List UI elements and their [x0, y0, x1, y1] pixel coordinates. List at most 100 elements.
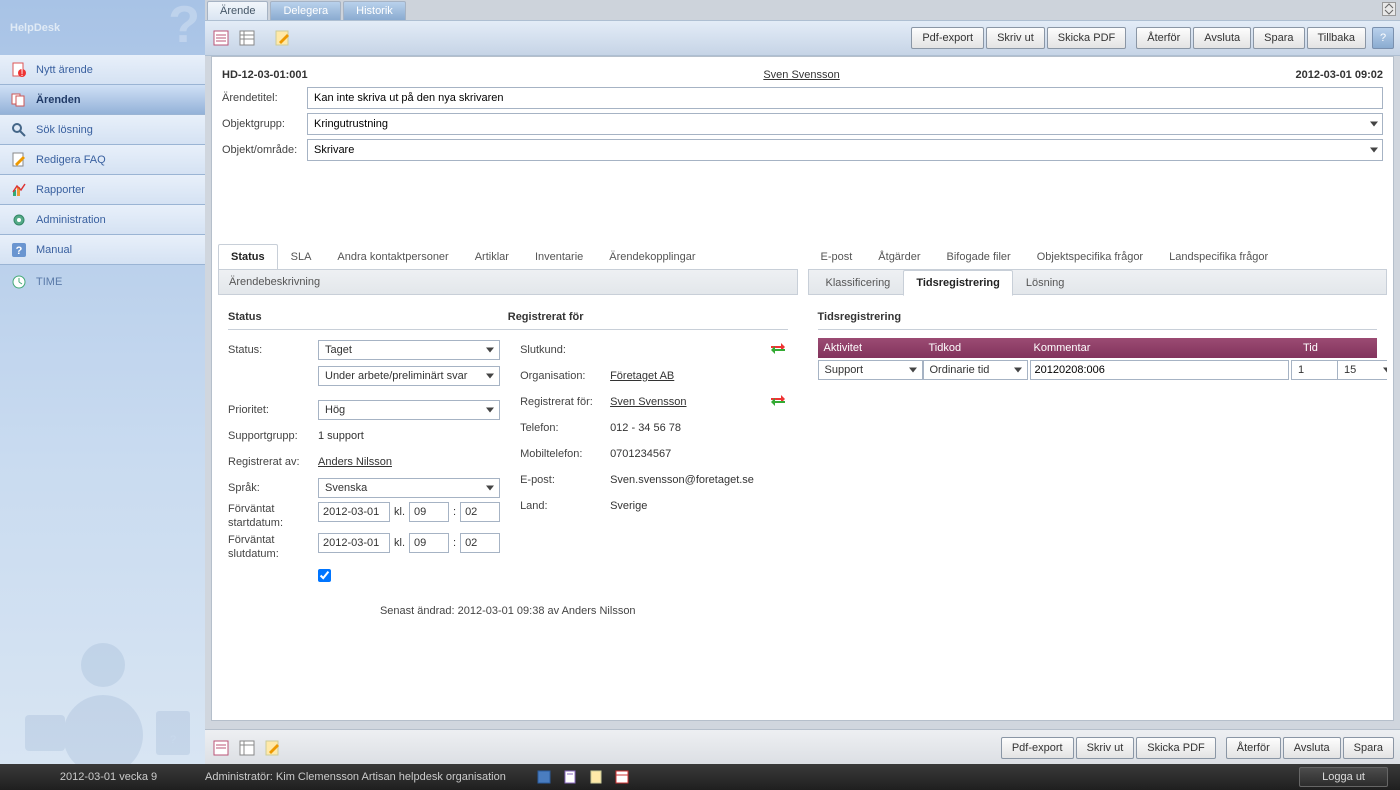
nav-arenden[interactable]: Ärenden — [0, 85, 205, 115]
land-value: Sverige — [610, 500, 647, 512]
subtab-tids[interactable]: Tidsregistrering — [903, 270, 1013, 296]
tillbaka-button[interactable]: Tillbaka — [1307, 27, 1367, 49]
nav-manual[interactable]: ? Manual — [0, 235, 205, 265]
tab-arende[interactable]: Ärende — [207, 1, 268, 20]
aktivitet-select[interactable]: Support — [818, 360, 923, 380]
status-icon-3[interactable] — [588, 769, 604, 785]
ticket-user: Sven Svensson — [308, 69, 1296, 81]
nav-time[interactable]: TIME — [0, 265, 205, 295]
aterfor-button[interactable]: Återför — [1136, 27, 1191, 49]
nav-label: Administration — [36, 214, 106, 226]
lang-select[interactable]: Svenska — [318, 478, 500, 498]
avsluta-button[interactable]: Avsluta — [1193, 27, 1251, 49]
subtab-klass[interactable]: Klassificering — [813, 270, 904, 295]
right-column: E-post Åtgärder Bifogade filer Objektspe… — [808, 242, 1388, 714]
status-icon-2[interactable] — [562, 769, 578, 785]
substatus-select[interactable]: Under arbete/preliminärt svar — [318, 366, 500, 386]
status-icon-4[interactable] — [614, 769, 630, 785]
subtab-filer[interactable]: Bifogade filer — [934, 244, 1024, 269]
status-date: 2012-03-01 vecka 9 — [12, 771, 205, 783]
status-icon-1[interactable] — [536, 769, 552, 785]
subtab-epost[interactable]: E-post — [808, 244, 866, 269]
logout-button[interactable]: Logga ut — [1299, 767, 1388, 787]
pdf-export-button[interactable]: Pdf-export — [911, 27, 984, 49]
tids-section: Tidsregistrering Aktivitet Tidkod Kommen… — [808, 295, 1388, 714]
subtab-kontakt[interactable]: Andra kontaktpersoner — [324, 244, 461, 269]
chevron-down-icon — [1370, 122, 1378, 127]
subtab-losning[interactable]: Lösning — [1013, 270, 1078, 295]
chevron-down-icon — [1014, 368, 1022, 373]
ticket-timestamp: 2012-03-01 09:02 — [1296, 69, 1383, 81]
end-hour-select[interactable]: 09 — [409, 533, 449, 553]
end-min-select[interactable]: 02 — [460, 533, 500, 553]
prio-select[interactable]: Hög — [318, 400, 500, 420]
spara-button[interactable]: Spara — [1253, 27, 1304, 49]
list-view-icon-b[interactable] — [237, 738, 257, 758]
org-link[interactable]: Företaget AB — [610, 370, 674, 382]
subtab-beskrivning[interactable]: Ärendebeskrivning — [218, 269, 798, 295]
swap-regfor-icon[interactable] — [770, 393, 788, 411]
note-edit-icon-b[interactable] — [263, 738, 283, 758]
swap-slutkund-icon[interactable] — [770, 341, 788, 359]
chevron-down-icon — [486, 408, 494, 413]
start-hour-select[interactable]: 09 — [409, 502, 449, 522]
bottom-toolbar-right: Pdf-export Skriv ut Skicka PDF Återför A… — [1001, 737, 1394, 759]
form-view-icon-b[interactable] — [211, 738, 231, 758]
subtab-artiklar[interactable]: Artiklar — [462, 244, 522, 269]
nav-nytt-arende[interactable]: ! Nytt ärende — [0, 55, 205, 85]
right-subtabs-row2: Klassificering Tidsregistrering Lösning — [808, 269, 1388, 295]
kommentar-input[interactable] — [1030, 360, 1290, 380]
tab-delegera[interactable]: Delegera — [270, 1, 341, 20]
ticket-user-link[interactable]: Sven Svensson — [763, 69, 839, 81]
nav-sok-losning[interactable]: Sök lösning — [0, 115, 205, 145]
tids-row: Support Ordinarie tid 1 : 15 — [818, 360, 1378, 380]
print-button[interactable]: Skriv ut — [986, 27, 1045, 49]
start-min-select[interactable]: 02 — [460, 502, 500, 522]
form-view-icon[interactable] — [211, 28, 231, 48]
bottom-toolbar-left — [211, 738, 283, 758]
avsluta-button-b[interactable]: Avsluta — [1283, 737, 1341, 759]
subtab-sla[interactable]: SLA — [278, 244, 325, 269]
nav-rapporter[interactable]: Rapporter — [0, 175, 205, 205]
aterfor-button-b[interactable]: Återför — [1226, 737, 1281, 759]
area-select-value — [307, 139, 1383, 161]
title-input[interactable] — [307, 87, 1383, 109]
nav-administration[interactable]: Administration — [0, 205, 205, 235]
list-view-icon[interactable] — [237, 28, 257, 48]
send-pdf-button-b[interactable]: Skicka PDF — [1136, 737, 1215, 759]
pdf-export-button-b[interactable]: Pdf-export — [1001, 737, 1074, 759]
send-pdf-button[interactable]: Skicka PDF — [1047, 27, 1126, 49]
tab-historik[interactable]: Historik — [343, 1, 406, 20]
lang-value: Svenska — [325, 482, 367, 494]
regby-link[interactable]: Anders Nilsson — [318, 456, 392, 468]
note-edit-icon[interactable] — [273, 28, 293, 48]
aktivitet-value: Support — [825, 364, 864, 376]
title-label: Ärendetitel: — [222, 92, 307, 104]
subtab-status[interactable]: Status — [218, 244, 278, 269]
tidkod-select[interactable]: Ordinarie tid — [923, 360, 1028, 380]
brand: HelpDesk ? — [0, 0, 205, 55]
col-tidkod: Tidkod — [923, 342, 1028, 354]
area-select[interactable] — [307, 139, 1383, 161]
colon-label-2: : — [453, 537, 456, 549]
start-date[interactable]: 2012-03-01 — [318, 502, 390, 522]
subtab-land[interactable]: Landspecifika frågor — [1156, 244, 1281, 269]
spara-button-b[interactable]: Spara — [1343, 737, 1394, 759]
end-date[interactable]: 2012-03-01 — [318, 533, 390, 553]
brand-text: HelpDesk — [10, 22, 60, 34]
end-date-checkbox[interactable] — [318, 569, 331, 582]
print-button-b[interactable]: Skriv ut — [1076, 737, 1135, 759]
group-select[interactable] — [307, 113, 1383, 135]
end-label: Förväntat slutdatum: — [228, 533, 318, 562]
resize-icon[interactable] — [1382, 2, 1396, 16]
regfor-link[interactable]: Sven Svensson — [610, 396, 769, 408]
tid-min-select[interactable]: 15 — [1337, 360, 1387, 380]
subtab-inventarie[interactable]: Inventarie — [522, 244, 596, 269]
subtab-kopplingar[interactable]: Ärendekopplingar — [596, 244, 708, 269]
subtab-atgarder[interactable]: Åtgärder — [865, 244, 933, 269]
help-button[interactable]: ? — [1372, 27, 1394, 49]
nav-redigera-faq[interactable]: Redigera FAQ — [0, 145, 205, 175]
nav-label: Manual — [36, 244, 72, 256]
status-select[interactable]: Taget — [318, 340, 500, 360]
subtab-objekt[interactable]: Objektspecifika frågor — [1024, 244, 1156, 269]
